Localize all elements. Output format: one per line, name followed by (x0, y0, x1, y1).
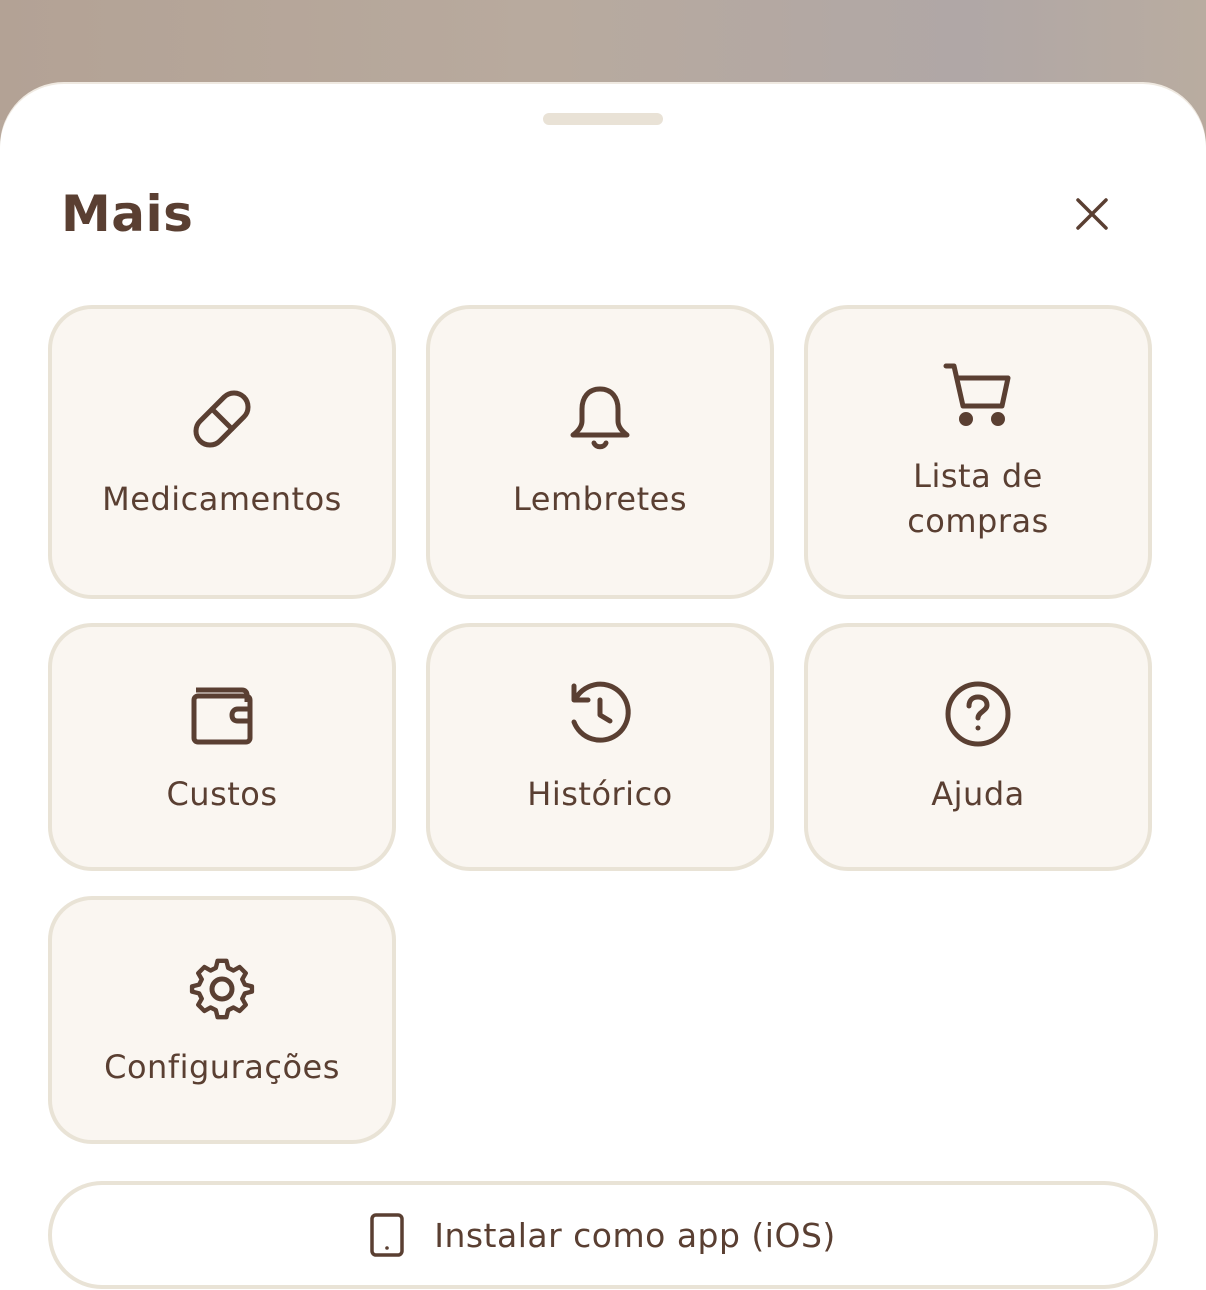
gear-icon (186, 951, 258, 1023)
drag-handle[interactable] (543, 113, 663, 125)
tile-lembretes[interactable]: Lembretes (426, 305, 774, 599)
tile-label: Custos (166, 774, 278, 813)
tile-label: Ajuda (931, 774, 1025, 813)
tile-label: Configurações (104, 1047, 340, 1086)
tile-ajuda[interactable]: Ajuda (804, 623, 1152, 871)
tile-label: Lista de compras (907, 457, 1049, 540)
install-app-button[interactable]: Instalar como app (iOS) (48, 1181, 1158, 1289)
bell-icon (564, 383, 636, 455)
tile-custos[interactable]: Custos (48, 623, 396, 871)
help-circle-icon (942, 678, 1014, 750)
close-icon (1075, 197, 1109, 231)
history-icon (564, 678, 636, 750)
smartphone-icon (370, 1213, 404, 1257)
tile-label: Medicamentos (102, 479, 342, 518)
more-bottom-sheet: Mais Medicamentos Lembretes Lista de com… (0, 84, 1206, 1290)
pill-icon (186, 383, 258, 455)
install-button-label: Instalar como app (iOS) (434, 1215, 836, 1255)
tile-label: Histórico (527, 774, 673, 813)
close-button[interactable] (1062, 184, 1122, 244)
tile-configuracoes[interactable]: Configurações (48, 896, 396, 1144)
tile-lista-de-compras[interactable]: Lista de compras (804, 305, 1152, 599)
tile-label: Lembretes (513, 479, 687, 518)
wallet-icon (186, 678, 258, 750)
sheet-title: Mais (61, 185, 194, 243)
tile-medicamentos[interactable]: Medicamentos (48, 305, 396, 599)
tile-historico[interactable]: Histórico (426, 623, 774, 871)
cart-icon (942, 360, 1014, 432)
